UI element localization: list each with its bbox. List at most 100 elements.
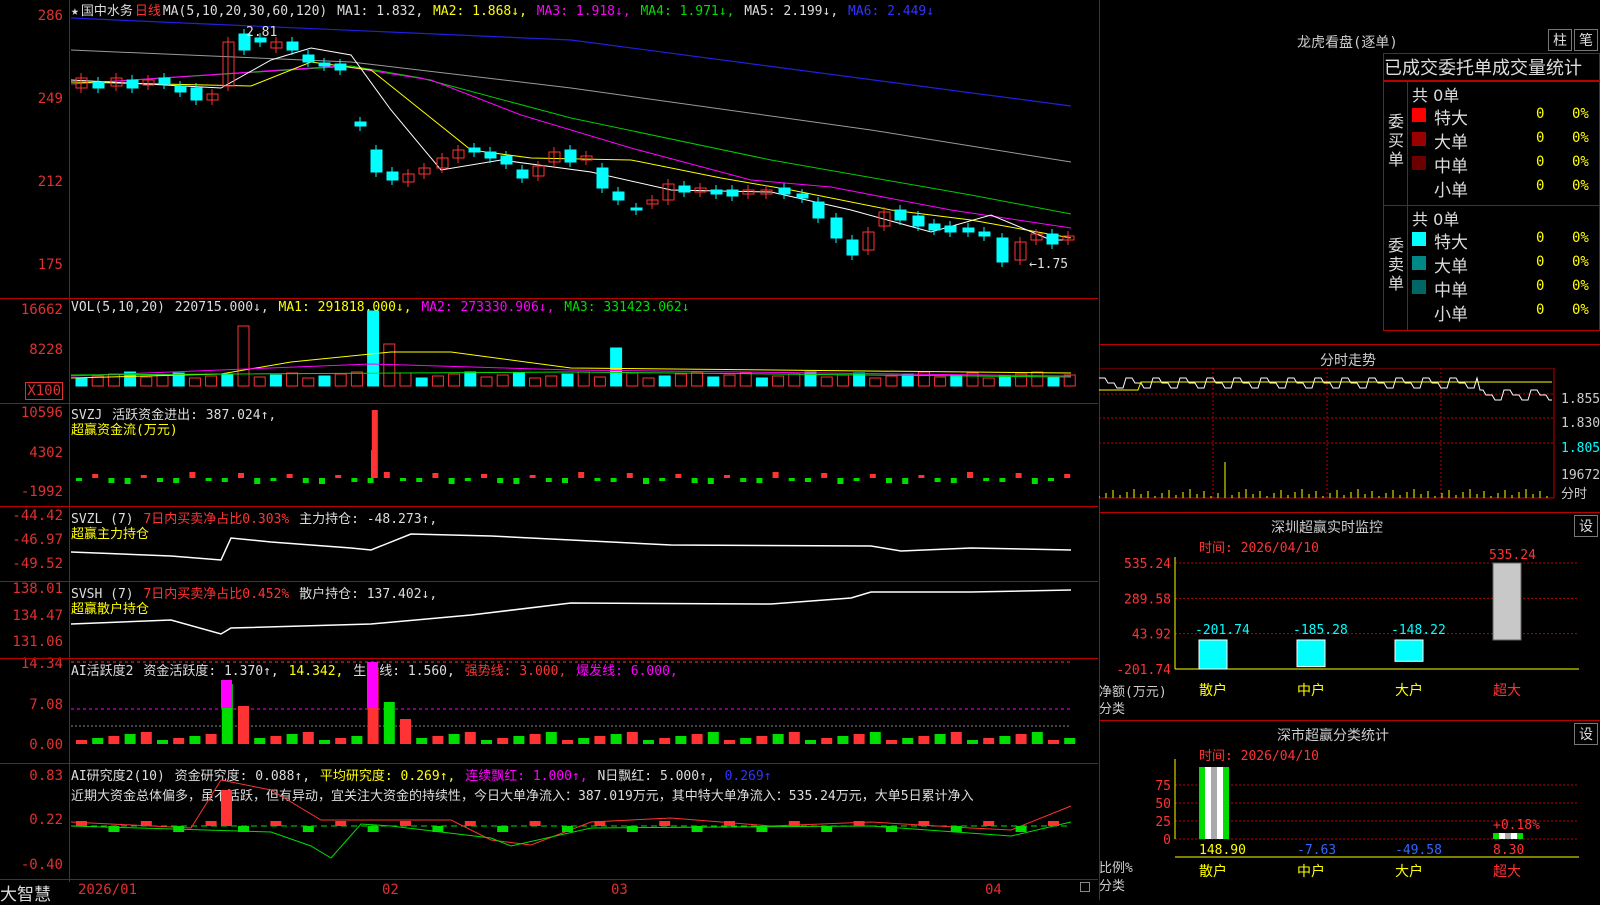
volume-bar [334,373,347,387]
activity-bar [578,738,590,744]
volume-bar [658,375,671,387]
fund-flow-bar [837,478,844,484]
intraday-ytick: 19672 [1561,468,1600,483]
fund-flow-bar [108,478,115,483]
activity-bar [1015,734,1027,744]
order-color-swatch [1412,256,1426,270]
activity-bar [999,736,1011,744]
research-bar [983,821,995,826]
intraday-chart[interactable] [1099,368,1559,508]
candle [500,155,513,165]
volume-bar [545,375,558,387]
class-category: 超大 [1493,864,1521,880]
volume-bar [75,377,88,387]
order-count: 0 [1536,106,1545,122]
lock-icon[interactable] [1080,882,1090,892]
ytick: 286 [37,8,63,24]
volume-bar [934,376,947,387]
sell-total: 共 0单 [1412,210,1460,229]
ytick: 131.06 [12,634,63,650]
activity-bar [675,736,687,744]
order-count: 0 [1536,130,1545,146]
volume-bar [788,373,801,387]
brand-logo[interactable]: 大智慧 [0,880,51,905]
ytick: -0.40 [20,857,63,873]
fund-flow-bar [1048,478,1054,481]
research-bar [756,826,768,832]
activity-bar [545,732,557,744]
class-bar [1211,767,1217,839]
class-bar [1199,767,1205,839]
fund-flow-bar [319,478,325,484]
candle [596,167,609,189]
ytick: 134.47 [12,608,63,624]
candle [830,217,843,239]
intraday-ytick: 1.830 [1561,416,1600,431]
ytick: 16662 [20,302,63,318]
date-tick: 2026/01 [78,882,138,898]
activity-bar [416,738,428,744]
sz-monitor-chart[interactable]: 535.24 289.58 43.92 -201.74 -201.74 散户 -185.28… [1099,513,1600,721]
sz-class-chart[interactable]: 75 50 25 0 148.90 散户 -7.63 中户 -49.58 大户 8.30 超大 +0.1… [1099,721,1600,901]
order-color-swatch [1412,304,1426,318]
volume-bar [269,374,282,387]
candle [386,171,399,181]
activity-bar [562,740,573,744]
activity-bar [92,738,104,744]
candle [996,237,1009,263]
activity-bar [286,734,298,744]
volume-bar [205,375,218,387]
research-bar [886,826,897,832]
activity-bar [740,738,752,744]
intraday-panel[interactable]: 分时走势 1.855 1.830 1.805 19672 分时 [1099,346,1600,512]
research-bar [950,826,962,832]
tick-mode-button[interactable]: 笔 [1574,29,1598,51]
fund-flow-bar [448,478,455,484]
order-color-swatch [1412,108,1426,122]
monitor-bar [1394,639,1424,662]
fund-flow-bar [545,478,552,482]
research-bar [221,790,232,826]
monitor-ytick: 43.92 [1132,628,1171,643]
order-count: 0 [1536,254,1545,270]
fund-flow-bar [464,478,471,481]
fund-flow-bar [157,478,163,482]
activity-bar [513,736,525,744]
bar-mode-button[interactable]: 柱 [1548,29,1572,51]
candle [1046,233,1059,245]
date-tick: 03 [611,882,628,898]
ma3-line [71,65,1072,229]
candle [468,147,481,153]
fund-flow-bar [286,474,293,478]
low-price-label: ←1.75 [1029,257,1068,272]
volume-bar [415,377,428,387]
candle [978,231,991,237]
volume-bar [529,377,542,387]
class-bar [1223,767,1229,839]
volume-bar [464,371,477,387]
order-percent: 0% [1572,278,1589,294]
fund-flow-bar [853,478,860,481]
activity-bar [335,738,347,744]
class-category: 散户 [1199,863,1227,880]
research-bar [853,821,865,826]
monitor-value-label: 535.24 [1489,548,1536,563]
activity-bar [918,736,930,744]
research-bar [724,821,735,826]
date-axis: 大智慧 2026/01 02 03 04 [0,880,1098,905]
dragon-title: 龙虎看盘(逐单) [1297,35,1398,51]
main-position-line [71,533,1072,561]
activity-bar [400,719,411,744]
candle [812,201,825,219]
fund-flow-bar [967,472,973,478]
date-tick: 02 [382,882,399,898]
candle [564,149,577,163]
candle [302,54,315,63]
fund-flow-bar [173,478,180,483]
volume-bar [480,376,493,387]
candle [928,223,941,231]
candle [710,189,723,195]
activity-bar [772,734,784,744]
kline-chart[interactable]: 2.81 ←1.75 [71,0,1098,882]
order-percent: 0% [1572,130,1589,146]
